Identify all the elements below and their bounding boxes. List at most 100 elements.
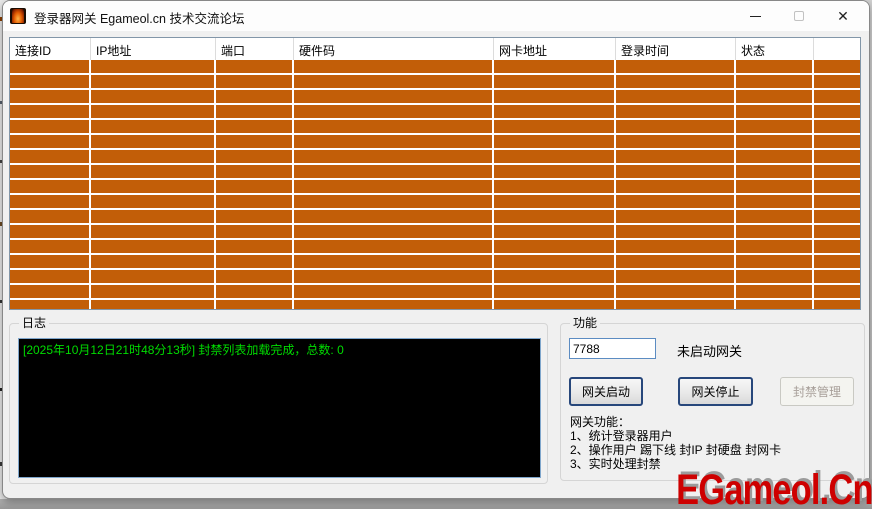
column-header-port[interactable]: 端口 — [216, 38, 294, 60]
table-body[interactable] — [10, 60, 860, 310]
table-cell — [616, 240, 736, 253]
table-cell — [814, 240, 860, 253]
table-cell — [814, 285, 860, 298]
table-cell — [91, 225, 216, 238]
table-cell — [91, 300, 216, 310]
log-console[interactable]: [2025年10月12日21时48分13秒] 封禁列表加载完成，总数: 0 — [18, 338, 541, 478]
gateway-start-button[interactable]: 网关启动 — [569, 377, 643, 406]
table-cell — [736, 225, 814, 238]
table-cell — [10, 120, 91, 133]
table-cell — [216, 180, 294, 193]
table-row[interactable] — [10, 240, 860, 253]
table-cell — [616, 225, 736, 238]
table-cell — [294, 90, 494, 103]
table-cell — [494, 210, 616, 223]
table-cell — [616, 105, 736, 118]
table-cell — [814, 75, 860, 88]
table-cell — [814, 255, 860, 268]
table-row[interactable] — [10, 300, 860, 310]
table-cell — [494, 165, 616, 178]
column-header-status[interactable]: 状态 — [736, 38, 814, 60]
column-header-hardware-code[interactable]: 硬件码 — [294, 38, 494, 60]
table-cell — [91, 120, 216, 133]
table-cell — [91, 135, 216, 148]
table-header: 连接ID IP地址 端口 硬件码 网卡地址 登录时间 状态 — [10, 38, 860, 60]
table-row[interactable] — [10, 285, 860, 298]
table-cell — [814, 195, 860, 208]
table-cell — [91, 210, 216, 223]
table-cell — [216, 105, 294, 118]
table-cell — [494, 60, 616, 73]
function-groupbox: 功能 未启动网关 网关启动 网关停止 封禁管理 网关功能： 1、统计登录器用户 … — [560, 323, 865, 481]
column-header-mac[interactable]: 网卡地址 — [494, 38, 616, 60]
table-cell — [294, 300, 494, 310]
close-button[interactable]: ✕ — [821, 1, 865, 31]
table-cell — [494, 300, 616, 310]
table-cell — [294, 75, 494, 88]
table-cell — [814, 165, 860, 178]
gateway-stop-button[interactable]: 网关停止 — [678, 377, 753, 406]
table-cell — [10, 225, 91, 238]
connections-table[interactable]: 连接ID IP地址 端口 硬件码 网卡地址 登录时间 状态 — [9, 37, 861, 310]
table-cell — [736, 240, 814, 253]
table-row[interactable] — [10, 60, 860, 73]
column-header-ip[interactable]: IP地址 — [91, 38, 216, 60]
table-row[interactable] — [10, 90, 860, 103]
maximize-button[interactable] — [777, 1, 821, 31]
table-row[interactable] — [10, 270, 860, 283]
log-group-label: 日志 — [19, 316, 49, 330]
table-row[interactable] — [10, 150, 860, 163]
port-input[interactable] — [569, 338, 656, 359]
column-header-login-time[interactable]: 登录时间 — [616, 38, 736, 60]
table-cell — [10, 240, 91, 253]
table-cell — [736, 75, 814, 88]
title-bar[interactable]: 登录器网关 Egameol.cn 技术交流论坛 ✕ — [3, 1, 869, 31]
table-cell — [294, 135, 494, 148]
table-cell — [616, 270, 736, 283]
table-row[interactable] — [10, 165, 860, 178]
table-cell — [494, 225, 616, 238]
table-row[interactable] — [10, 75, 860, 88]
table-cell — [91, 165, 216, 178]
table-cell — [616, 60, 736, 73]
minimize-icon — [750, 16, 761, 17]
table-row[interactable] — [10, 120, 860, 133]
app-icon — [10, 8, 26, 24]
table-row[interactable] — [10, 180, 860, 193]
table-cell — [494, 75, 616, 88]
table-cell — [10, 255, 91, 268]
table-row[interactable] — [10, 225, 860, 238]
table-cell — [736, 195, 814, 208]
table-row[interactable] — [10, 135, 860, 148]
table-cell — [814, 180, 860, 193]
table-row[interactable] — [10, 105, 860, 118]
table-row[interactable] — [10, 210, 860, 223]
table-cell — [736, 270, 814, 283]
table-cell — [10, 60, 91, 73]
table-cell — [91, 105, 216, 118]
table-cell — [616, 180, 736, 193]
table-cell — [814, 105, 860, 118]
table-cell — [10, 150, 91, 163]
table-cell — [294, 225, 494, 238]
minimize-button[interactable] — [733, 1, 777, 31]
table-cell — [216, 225, 294, 238]
table-cell — [10, 90, 91, 103]
log-entry: [2025年10月12日21时48分13秒] 封禁列表加载完成，总数: 0 — [23, 343, 344, 357]
table-cell — [91, 90, 216, 103]
egameol-watermark: EGameol.Cn — [676, 466, 872, 509]
table-cell — [294, 150, 494, 163]
ban-manage-button[interactable]: 封禁管理 — [780, 377, 854, 406]
table-cell — [91, 285, 216, 298]
table-row[interactable] — [10, 195, 860, 208]
table-row[interactable] — [10, 255, 860, 268]
table-cell — [216, 240, 294, 253]
window-title: 登录器网关 Egameol.cn 技术交流论坛 — [34, 8, 244, 27]
table-cell — [294, 210, 494, 223]
column-header-connection-id[interactable]: 连接ID — [10, 38, 91, 60]
log-groupbox: 日志 [2025年10月12日21时48分13秒] 封禁列表加载完成，总数: 0 — [9, 323, 548, 484]
table-cell — [216, 150, 294, 163]
table-cell — [294, 270, 494, 283]
column-header-filler — [814, 38, 860, 60]
table-cell — [216, 300, 294, 310]
